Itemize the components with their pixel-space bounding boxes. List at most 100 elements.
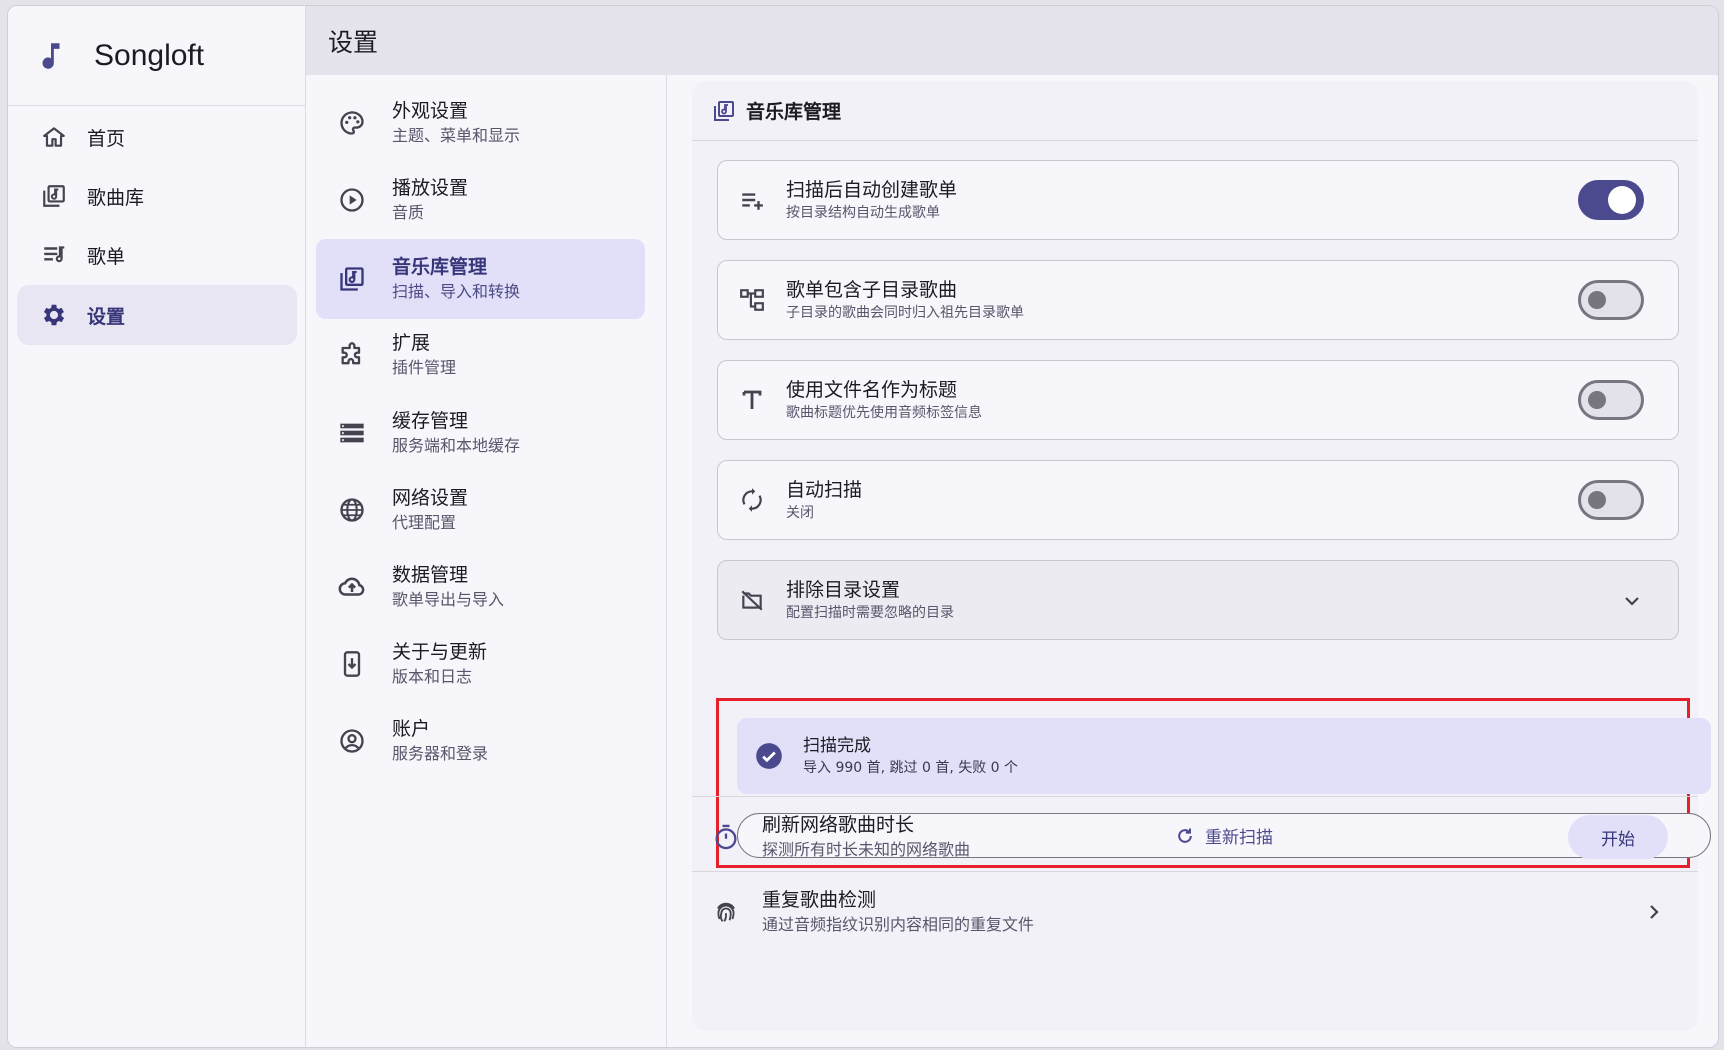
category-title: 音乐库管理 [392,256,488,278]
exclude-directories-expander[interactable]: 排除目录设置 配置扫描时需要忽略的目录 [717,560,1679,640]
option-title: 排除目录设置 [786,579,901,601]
scan-status-detail: 导入 990 首, 跳过 0 首, 失败 0 个 [803,760,1019,776]
category-subtitle: 扫描、导入和转换 [392,282,521,301]
option-title: 歌单包含子目录歌曲 [786,279,958,301]
account-circle-icon [336,725,368,757]
category-account[interactable]: 账户 服务器和登录 [316,701,645,781]
category-title: 缓存管理 [392,410,469,432]
category-title: 播放设置 [392,177,469,199]
nav-item-playlist[interactable]: 歌单 [17,225,297,285]
row-subtitle: 探测所有时长未知的网络歌曲 [762,839,971,859]
nav-item-label: 设置 [87,305,126,328]
brand: Songloft [8,6,305,106]
chevron-right-icon [1650,905,1659,919]
option-title: 自动扫描 [786,479,863,501]
timer-icon [715,824,737,849]
home-icon [39,122,69,152]
option-auto-scan: 自动扫描 关闭 [717,460,1679,540]
category-title: 外观设置 [392,100,469,122]
category-title: 关于与更新 [392,641,488,663]
include-subdirectories-toggle[interactable] [1578,280,1644,320]
row-subtitle: 通过音频指纹识别内容相同的重复文件 [762,914,1035,934]
category-cache[interactable]: 缓存管理 服务端和本地缓存 [316,393,645,473]
category-title: 扩展 [392,332,431,354]
category-extensions[interactable]: 扩展 插件管理 [316,315,645,395]
category-about[interactable]: 关于与更新 版本和日志 [316,624,645,704]
option-title: 使用文件名作为标题 [786,379,958,401]
nav-item-label: 歌曲库 [87,186,145,209]
start-button[interactable]: 开始 [1568,815,1668,859]
category-appearance[interactable]: 外观设置 主题、菜单和显示 [316,83,645,163]
library-music-icon [336,263,368,295]
option-include-subdirectories: 歌单包含子目录歌曲 子目录的歌曲会同时归入祖先目录歌单 [717,260,1679,340]
library-music-icon [714,100,734,121]
option-subtitle: 关闭 [786,505,814,521]
library-management-panel: 音乐库管理 扫描后自动创建歌单 按目录结构自动生成歌单 歌单包含子目录歌曲 子目… [692,81,1711,1031]
option-subtitle: 歌曲标题优先使用音频标签信息 [786,405,982,421]
settings-content: 音乐库管理 扫描后自动创建歌单 按目录结构自动生成歌单 歌单包含子目录歌曲 子目… [668,75,1718,1047]
category-subtitle: 歌单导出与导入 [392,590,505,609]
phone-download-icon [336,648,368,680]
duplicate-detection-row[interactable]: 重复歌曲检测 通过音频指纹识别内容相同的重复文件 [692,871,1698,951]
category-subtitle: 服务器和登录 [392,744,489,763]
category-playback[interactable]: 播放设置 音质 [316,160,645,240]
scan-complete-banner: 扫描完成 导入 990 首, 跳过 0 首, 失败 0 个 [737,718,1711,794]
category-network[interactable]: 网络设置 代理配置 [316,470,645,550]
option-subtitle: 按目录结构自动生成歌单 [786,205,940,221]
text-t-icon [738,386,766,414]
gear-icon [39,300,69,330]
puzzle-icon [336,339,368,371]
check-circle-icon [756,743,782,769]
storage-icon [336,417,368,449]
palette-icon [336,107,368,139]
settings-category-list: 外观设置 主题、菜单和显示 播放设置 音质 音乐库管理 扫描、导入和转换 扩展 … [306,75,667,1047]
auto-create-playlist-toggle[interactable] [1578,180,1644,220]
music-note-icon [42,42,60,69]
category-subtitle: 插件管理 [392,358,457,377]
cloud-upload-icon [336,571,368,603]
panel-header: 音乐库管理 [692,81,1698,141]
playlist-icon [39,240,69,270]
nav-item-label: 歌单 [87,245,126,268]
toggle-knob [1588,291,1606,309]
option-title: 扫描后自动创建歌单 [786,179,958,201]
option-auto-create-playlist: 扫描后自动创建歌单 按目录结构自动生成歌单 [717,160,1679,240]
category-subtitle: 主题、菜单和显示 [392,126,521,145]
globe-icon [336,494,368,526]
filename-as-title-toggle[interactable] [1578,380,1644,420]
nav-item-settings[interactable]: 设置 [17,285,297,345]
library-icon [39,181,69,211]
chevron-down-icon[interactable] [1620,589,1644,613]
nav-rail: Songloft 首页 歌曲库 歌单 设置 [8,6,306,1047]
toggle-knob [1588,491,1606,509]
panel-title: 音乐库管理 [746,101,842,123]
folder-off-icon [738,586,766,614]
nav-item-label: 首页 [87,127,126,150]
option-subtitle: 配置扫描时需要忽略的目录 [786,605,954,621]
category-subtitle: 服务端和本地缓存 [392,436,521,455]
nav-item-library[interactable]: 歌曲库 [17,166,297,226]
page-title: 设置 [328,27,379,57]
category-subtitle: 音质 [392,203,425,222]
toggle-knob [1608,186,1636,214]
category-subtitle: 代理配置 [392,513,457,532]
refresh-duration-row: 刷新网络歌曲时长 探测所有时长未知的网络歌曲 开始 [692,796,1698,876]
auto-scan-toggle[interactable] [1578,480,1644,520]
category-library-management[interactable]: 音乐库管理 扫描、导入和转换 [316,239,645,319]
option-subtitle: 子目录的歌曲会同时归入祖先目录歌单 [786,305,1024,321]
category-data[interactable]: 数据管理 歌单导出与导入 [316,547,645,627]
category-title: 账户 [392,718,431,740]
playlist-add-icon [738,186,766,214]
category-subtitle: 版本和日志 [392,667,473,686]
row-title: 刷新网络歌曲时长 [762,813,915,836]
nav-item-home[interactable]: 首页 [17,107,297,167]
account-tree-icon [738,286,766,314]
toggle-knob [1588,391,1606,409]
sync-icon [738,486,766,514]
category-title: 网络设置 [392,487,469,509]
page-header: 设置 [306,6,1718,75]
option-filename-as-title: 使用文件名作为标题 歌曲标题优先使用音频标签信息 [717,360,1679,440]
fingerprint-icon [717,902,735,922]
row-title: 重复歌曲检测 [762,888,877,911]
play-circle-icon [336,184,368,216]
